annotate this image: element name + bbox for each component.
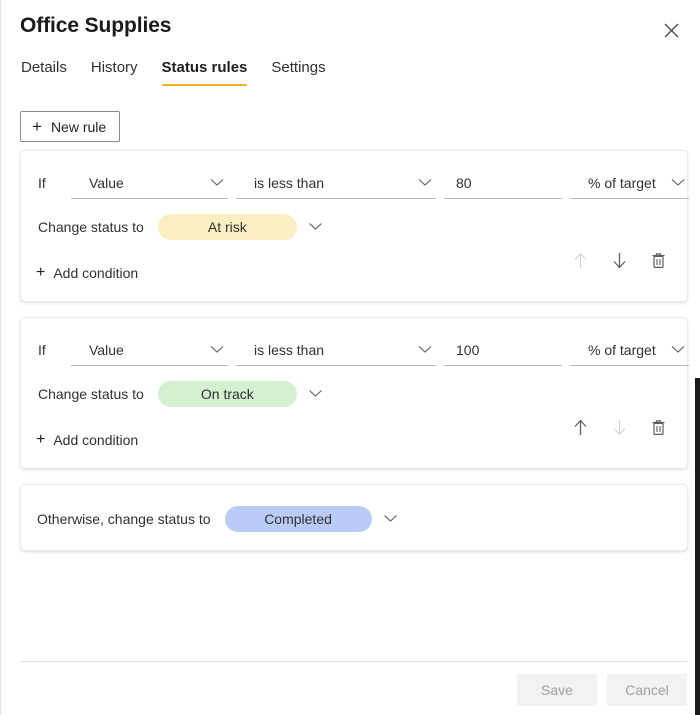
trash-icon	[651, 419, 666, 439]
add-condition-label: Add condition	[53, 432, 139, 448]
property-value: Value	[89, 174, 124, 191]
delete-rule-button[interactable]	[645, 416, 671, 442]
property-dropdown[interactable]: Value	[71, 334, 228, 366]
move-down-button[interactable]	[606, 416, 632, 442]
chevron-down-icon	[418, 174, 432, 192]
arrow-up-icon	[573, 252, 588, 272]
rule-card: If Value is less than 100 % of target Ch…	[20, 317, 689, 469]
condition-row: If Value is less than 100 % of target	[21, 334, 689, 368]
if-label: If	[38, 342, 46, 358]
chevron-down-icon	[418, 341, 432, 359]
unit-value: % of target	[588, 341, 656, 358]
chevron-down-icon	[210, 174, 224, 192]
rule-actions	[567, 249, 671, 275]
change-status-label: Change status to	[38, 386, 144, 402]
otherwise-card: Otherwise, change status to Completed	[20, 484, 688, 551]
footer-divider	[20, 661, 687, 662]
chevron-down-icon	[671, 341, 685, 359]
unit-value: % of target	[588, 174, 656, 191]
condition-row: If Value is less than 80 % of target	[21, 167, 689, 201]
add-condition-button[interactable]: + Add condition	[36, 431, 139, 449]
move-up-button[interactable]	[567, 249, 593, 275]
chevron-down-icon	[671, 174, 685, 192]
rule-actions	[567, 416, 671, 442]
rules-list: If Value is less than 80 % of target Cha…	[1, 0, 700, 715]
add-condition-row: + Add condition	[21, 252, 687, 287]
otherwise-label: Otherwise, change status to	[37, 510, 211, 527]
property-value: Value	[89, 341, 124, 358]
status-badge-label: On track	[200, 386, 254, 402]
change-status-label: Change status to	[38, 219, 144, 235]
chevron-down-icon[interactable]	[383, 510, 398, 528]
unit-dropdown[interactable]: % of target	[570, 167, 689, 199]
threshold-input[interactable]: 80	[444, 167, 562, 199]
status-badge[interactable]: At risk	[157, 214, 297, 240]
add-condition-button[interactable]: + Add condition	[36, 264, 139, 282]
add-condition-row: + Add condition	[21, 419, 687, 454]
trash-icon	[651, 252, 666, 272]
threshold-input[interactable]: 100	[444, 334, 562, 366]
unit-dropdown[interactable]: % of target	[570, 334, 689, 366]
add-condition-label: Add condition	[53, 265, 139, 281]
plus-icon: +	[36, 431, 46, 448]
status-badge[interactable]: Completed	[224, 505, 372, 532]
operator-value: is less than	[254, 174, 325, 191]
scrollbar-track[interactable]	[695, 0, 700, 715]
cancel-button[interactable]: Cancel	[607, 674, 687, 706]
status-badge-label: Completed	[264, 510, 332, 527]
operator-dropdown[interactable]: is less than	[236, 334, 436, 366]
plus-icon: +	[36, 264, 46, 281]
save-button[interactable]: Save	[517, 674, 597, 706]
change-status-row: Change status to At risk	[21, 211, 687, 243]
arrow-up-icon	[573, 419, 588, 439]
chevron-down-icon[interactable]	[308, 218, 323, 236]
delete-rule-button[interactable]	[645, 249, 671, 275]
footer-actions: Save Cancel	[517, 674, 687, 706]
chevron-down-icon[interactable]	[308, 385, 323, 403]
threshold-value: 80	[456, 174, 472, 191]
scrollbar-thumb[interactable]	[695, 378, 700, 715]
operator-dropdown[interactable]: is less than	[236, 167, 436, 199]
otherwise-row: Otherwise, change status to Completed	[21, 485, 687, 552]
arrow-down-icon	[612, 252, 627, 272]
arrow-down-icon	[612, 419, 627, 439]
if-label: If	[38, 175, 46, 191]
change-status-row: Change status to On track	[21, 378, 687, 410]
status-badge-label: At risk	[207, 219, 247, 235]
property-dropdown[interactable]: Value	[71, 167, 228, 199]
move-down-button[interactable]	[606, 249, 632, 275]
status-rules-panel: Office Supplies Details History Status r…	[0, 0, 700, 715]
rule-card: If Value is less than 80 % of target Cha…	[20, 150, 689, 302]
chevron-down-icon	[210, 341, 224, 359]
status-badge[interactable]: On track	[157, 381, 297, 407]
threshold-value: 100	[456, 341, 480, 358]
move-up-button[interactable]	[567, 416, 593, 442]
operator-value: is less than	[254, 341, 325, 358]
